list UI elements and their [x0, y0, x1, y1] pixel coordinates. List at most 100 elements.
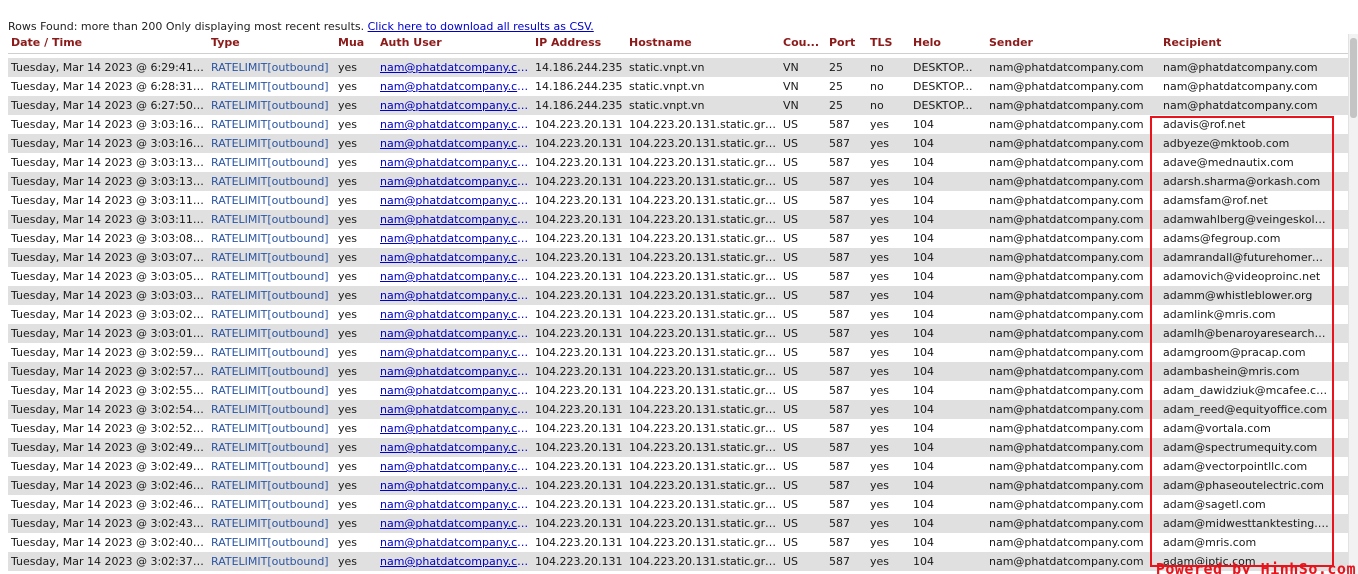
table-row[interactable]: Tuesday, Mar 14 2023 @ 6:29:41 PM RATELIM… — [8, 58, 1348, 77]
table-row[interactable]: Tuesday, Mar 14 2023 @ 3:02:55 PM RATELIM… — [8, 381, 1348, 400]
cell-auth-user-link[interactable]: nam@phatdatcompany.com — [377, 267, 532, 286]
cell-auth-user-link[interactable]: nam@phatdatcompany.com — [377, 343, 532, 362]
cell-sender: nam@phatdatcompany.com — [989, 327, 1144, 340]
column-header-country[interactable]: Cou... — [780, 34, 826, 53]
cell-helo: 104 — [913, 213, 934, 226]
cell-auth-user-link[interactable]: nam@phatdatcompany.com — [377, 286, 532, 305]
cell-auth-user-link[interactable]: nam@phatdatcompany.com — [377, 210, 532, 229]
table-row[interactable]: Tuesday, Mar 14 2023 @ 3:03:11 PM RATELIM… — [8, 210, 1348, 229]
cell-type: RATELIMIT[outbound] — [211, 80, 329, 93]
cell-auth-user-link[interactable]: nam@phatdatcompany.com — [377, 476, 532, 495]
cell-auth-user-link[interactable]: nam@phatdatcompany.com — [377, 495, 532, 514]
cell-ip-address: 104.223.20.131 — [535, 232, 623, 245]
cell-recipient: adamgroom@pracap.com — [1163, 346, 1306, 359]
table-row[interactable]: Tuesday, Mar 14 2023 @ 3:02:57 PM RATELIM… — [8, 362, 1348, 381]
table-row[interactable]: Tuesday, Mar 14 2023 @ 3:02:54 PM RATELIM… — [8, 400, 1348, 419]
cell-auth-user-link[interactable]: nam@phatdatcompany.com — [377, 552, 532, 571]
cell-auth-user-link[interactable]: nam@phatdatcompany.com — [377, 381, 532, 400]
column-header-ip-address[interactable]: IP Address — [532, 34, 626, 53]
cell-recipient: adam_dawidziuk@mcafee.com — [1163, 384, 1332, 397]
table-row[interactable]: Tuesday, Mar 14 2023 @ 3:02:43 PM RATELIM… — [8, 514, 1348, 533]
cell-auth-user-link[interactable]: nam@phatdatcompany.com — [377, 533, 532, 552]
cell-helo: 104 — [913, 498, 934, 511]
table-row[interactable]: Tuesday, Mar 14 2023 @ 3:02:46 PM RATELIM… — [8, 495, 1348, 514]
cell-port: 25 — [829, 61, 843, 74]
cell-datetime: Tuesday, Mar 14 2023 @ 3:03:08 PM — [11, 232, 208, 245]
cell-ip-address: 104.223.20.131 — [535, 479, 623, 492]
cell-sender: nam@phatdatcompany.com — [989, 479, 1144, 492]
table-row[interactable]: Tuesday, Mar 14 2023 @ 3:02:49 PM RATELIM… — [8, 438, 1348, 457]
cell-auth-user-link[interactable]: nam@phatdatcompany.com — [377, 229, 532, 248]
cell-auth-user-link[interactable]: nam@phatdatcompany.com — [377, 77, 532, 96]
cell-auth-user-link[interactable]: nam@phatdatcompany.com — [377, 362, 532, 381]
table-row[interactable]: Tuesday, Mar 14 2023 @ 6:27:50 PM RATELIM… — [8, 96, 1348, 115]
table-row[interactable]: Tuesday, Mar 14 2023 @ 3:03:13 PM RATELIM… — [8, 172, 1348, 191]
cell-mua: yes — [338, 156, 358, 169]
table-row[interactable]: Tuesday, Mar 14 2023 @ 3:03:13 PM RATELIM… — [8, 153, 1348, 172]
watermark: Powered by HinhSo.com — [1155, 560, 1356, 574]
table-row[interactable]: Tuesday, Mar 14 2023 @ 3:03:03 PM RATELIM… — [8, 286, 1348, 305]
column-header-mua[interactable]: Mua — [335, 34, 377, 53]
cell-country: US — [783, 555, 799, 568]
column-header-datetime[interactable]: Date / Time — [8, 34, 208, 53]
cell-sender: nam@phatdatcompany.com — [989, 175, 1144, 188]
vertical-scrollbar[interactable] — [1348, 34, 1358, 574]
download-csv-link[interactable]: Click here to download all results as CS… — [368, 20, 594, 33]
cell-datetime: Tuesday, Mar 14 2023 @ 3:03:05 PM — [11, 270, 208, 283]
cell-auth-user-link[interactable]: nam@phatdatcompany.com — [377, 305, 532, 324]
table-row[interactable]: Tuesday, Mar 14 2023 @ 3:03:07 PM RATELIM… — [8, 248, 1348, 267]
table-row[interactable]: Tuesday, Mar 14 2023 @ 3:03:08 PM RATELIM… — [8, 229, 1348, 248]
cell-port: 587 — [829, 555, 850, 568]
table-row[interactable]: Tuesday, Mar 14 2023 @ 6:28:31 PM RATELIM… — [8, 77, 1348, 96]
cell-port: 587 — [829, 175, 850, 188]
cell-country: US — [783, 403, 799, 416]
cell-auth-user-link[interactable]: nam@phatdatcompany.com — [377, 248, 532, 267]
cell-auth-user-link[interactable]: nam@phatdatcompany.com — [377, 172, 532, 191]
table-row[interactable]: Tuesday, Mar 14 2023 @ 3:03:01 PM RATELIM… — [8, 324, 1348, 343]
cell-auth-user-link[interactable]: nam@phatdatcompany.com — [377, 457, 532, 476]
cell-recipient: nam@phatdatcompany.com — [1163, 61, 1318, 74]
cell-auth-user-link[interactable]: nam@phatdatcompany.com — [377, 191, 532, 210]
cell-auth-user-link[interactable]: nam@phatdatcompany.com — [377, 58, 532, 77]
cell-tls: yes — [870, 346, 890, 359]
cell-auth-user-link[interactable]: nam@phatdatcompany.com — [377, 438, 532, 457]
scrollbar-thumb[interactable] — [1350, 38, 1357, 118]
table-row[interactable]: Tuesday, Mar 14 2023 @ 3:02:59 PM RATELIM… — [8, 343, 1348, 362]
column-header-recipient[interactable]: Recipient — [1160, 34, 1332, 53]
cell-recipient: nam@phatdatcompany.com — [1163, 99, 1318, 112]
column-header-sender[interactable]: Sender — [986, 34, 1160, 53]
cell-auth-user-link[interactable]: nam@phatdatcompany.com — [377, 514, 532, 533]
cell-datetime: Tuesday, Mar 14 2023 @ 3:03:13 PM — [11, 156, 208, 169]
column-header-hostname[interactable]: Hostname — [626, 34, 780, 53]
table-row[interactable]: Tuesday, Mar 14 2023 @ 3:02:37 PM RATELIM… — [8, 552, 1348, 571]
cell-tls: yes — [870, 118, 890, 131]
cell-auth-user-link[interactable]: nam@phatdatcompany.com — [377, 153, 532, 172]
cell-tls: yes — [870, 460, 890, 473]
column-header-type[interactable]: Type — [208, 34, 335, 53]
column-header-helo[interactable]: Helo — [910, 34, 986, 53]
table-row[interactable]: Tuesday, Mar 14 2023 @ 3:02:52 PM RATELIM… — [8, 419, 1348, 438]
column-header-port[interactable]: Port — [826, 34, 867, 53]
cell-auth-user-link[interactable]: nam@phatdatcompany.com — [377, 115, 532, 134]
cell-auth-user-link[interactable]: nam@phatdatcompany.com — [377, 96, 532, 115]
column-header-auth-user[interactable]: Auth User — [377, 34, 532, 53]
cell-country: US — [783, 213, 799, 226]
table-row[interactable]: Tuesday, Mar 14 2023 @ 3:03:16 PM RATELIM… — [8, 134, 1348, 153]
table-row[interactable]: Tuesday, Mar 14 2023 @ 3:03:16 PM RATELIM… — [8, 115, 1348, 134]
table-row[interactable]: Tuesday, Mar 14 2023 @ 3:02:49 PM RATELIM… — [8, 457, 1348, 476]
cell-auth-user-link[interactable]: nam@phatdatcompany.com — [377, 134, 532, 153]
cell-type: RATELIMIT[outbound] — [211, 365, 329, 378]
cell-type: RATELIMIT[outbound] — [211, 536, 329, 549]
cell-auth-user-link[interactable]: nam@phatdatcompany.com — [377, 324, 532, 343]
cell-mua: yes — [338, 251, 358, 264]
table-row[interactable]: Tuesday, Mar 14 2023 @ 3:03:11 PM RATELIM… — [8, 191, 1348, 210]
cell-port: 587 — [829, 270, 850, 283]
table-row[interactable]: Tuesday, Mar 14 2023 @ 3:03:05 PM RATELIM… — [8, 267, 1348, 286]
cell-auth-user-link[interactable]: nam@phatdatcompany.com — [377, 419, 532, 438]
table-row[interactable]: Tuesday, Mar 14 2023 @ 3:02:46 PM RATELIM… — [8, 476, 1348, 495]
cell-helo: 104 — [913, 118, 934, 131]
column-header-tls[interactable]: TLS — [867, 34, 910, 53]
table-row[interactable]: Tuesday, Mar 14 2023 @ 3:02:40 PM RATELIM… — [8, 533, 1348, 552]
table-row[interactable]: Tuesday, Mar 14 2023 @ 3:03:02 PM RATELIM… — [8, 305, 1348, 324]
cell-auth-user-link[interactable]: nam@phatdatcompany.com — [377, 400, 532, 419]
